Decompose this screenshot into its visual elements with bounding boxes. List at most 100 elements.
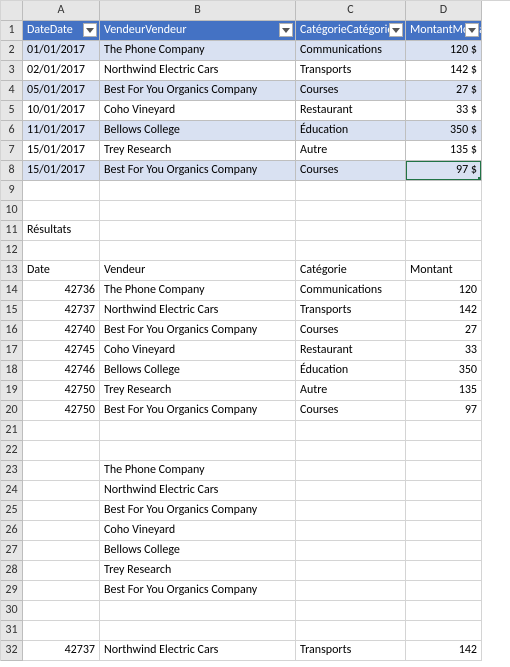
empty-cell[interactable]: [100, 241, 296, 261]
empty-cell[interactable]: [100, 421, 296, 441]
table-cell[interactable]: 27 $: [406, 81, 482, 101]
results-label[interactable]: Résultats: [23, 221, 100, 241]
row-header-18[interactable]: 18: [1, 361, 23, 381]
empty-cell[interactable]: [23, 461, 100, 481]
empty-cell[interactable]: [296, 601, 406, 621]
results-cell[interactable]: Éducation: [296, 361, 406, 381]
row-header-21[interactable]: 21: [1, 421, 23, 441]
table-cell[interactable]: 350 $: [406, 121, 482, 141]
results-cell[interactable]: 42750: [23, 401, 100, 421]
results-cell[interactable]: 42745: [23, 341, 100, 361]
table-cell[interactable]: Courses: [296, 81, 406, 101]
results-cell[interactable]: 42750: [23, 381, 100, 401]
row-header-25[interactable]: 25: [1, 501, 23, 521]
results-cell[interactable]: 97: [406, 401, 482, 421]
empty-cell[interactable]: [406, 441, 482, 461]
table-cell[interactable]: 02/01/2017: [23, 61, 100, 81]
empty-cell[interactable]: [23, 621, 100, 641]
empty-cell[interactable]: [100, 181, 296, 201]
table-cell[interactable]: 10/01/2017: [23, 101, 100, 121]
empty-cell[interactable]: [296, 441, 406, 461]
empty-cell[interactable]: [100, 201, 296, 221]
vendor-list-cell[interactable]: Bellows College: [100, 541, 296, 561]
table-cell[interactable]: 142 $: [406, 61, 482, 81]
empty-cell[interactable]: [23, 541, 100, 561]
results-cell[interactable]: Coho Vineyard: [100, 341, 296, 361]
single-row-cell[interactable]: Transports: [296, 641, 406, 661]
empty-cell[interactable]: [296, 481, 406, 501]
results-cell[interactable]: 142: [406, 301, 482, 321]
table-cell[interactable]: Autre: [296, 141, 406, 161]
vendor-list-cell[interactable]: Best For You Organics Company: [100, 581, 296, 601]
empty-cell[interactable]: [100, 601, 296, 621]
table-cell[interactable]: Northwind Electric Cars: [100, 61, 296, 81]
row-header-15[interactable]: 15: [1, 301, 23, 321]
results-cell[interactable]: Courses: [296, 321, 406, 341]
table-cell[interactable]: 120 $: [406, 41, 482, 61]
empty-cell[interactable]: [296, 581, 406, 601]
table-cell[interactable]: 15/01/2017: [23, 161, 100, 181]
table-cell[interactable]: 15/01/2017: [23, 141, 100, 161]
filter-dropdown-icon[interactable]: [279, 23, 293, 37]
row-header-4[interactable]: 4: [1, 81, 23, 101]
table-header-categorie[interactable]: CatégorieCatégorie: [296, 21, 406, 41]
row-header-11[interactable]: 11: [1, 221, 23, 241]
empty-cell[interactable]: [406, 581, 482, 601]
results-cell[interactable]: 27: [406, 321, 482, 341]
results-cell[interactable]: Autre: [296, 381, 406, 401]
empty-cell[interactable]: [23, 581, 100, 601]
row-header-17[interactable]: 17: [1, 341, 23, 361]
row-header-3[interactable]: 3: [1, 61, 23, 81]
table-cell[interactable]: 05/01/2017: [23, 81, 100, 101]
filter-dropdown-icon[interactable]: [83, 23, 97, 37]
table-cell[interactable]: Communications: [296, 41, 406, 61]
results-cell[interactable]: 120: [406, 281, 482, 301]
vendor-list-cell[interactable]: Coho Vineyard: [100, 521, 296, 541]
row-header-20[interactable]: 20: [1, 401, 23, 421]
row-header-28[interactable]: 28: [1, 561, 23, 581]
results-header-categorie[interactable]: Catégorie: [296, 261, 406, 281]
empty-cell[interactable]: [23, 441, 100, 461]
results-cell[interactable]: Restaurant: [296, 341, 406, 361]
empty-cell[interactable]: [296, 561, 406, 581]
table-cell[interactable]: 33 $: [406, 101, 482, 121]
vendor-list-cell[interactable]: Best For You Organics Company: [100, 501, 296, 521]
table-cell[interactable]: Bellows College: [100, 121, 296, 141]
empty-cell[interactable]: [296, 541, 406, 561]
column-header-D[interactable]: D: [406, 1, 482, 21]
empty-cell[interactable]: [406, 501, 482, 521]
row-header-22[interactable]: 22: [1, 441, 23, 461]
row-header-1[interactable]: 1: [1, 21, 23, 41]
select-all-corner[interactable]: [1, 1, 23, 21]
results-cell[interactable]: 42740: [23, 321, 100, 341]
table-cell[interactable]: 97 $: [406, 161, 482, 181]
row-header-27[interactable]: 27: [1, 541, 23, 561]
results-cell[interactable]: 42746: [23, 361, 100, 381]
empty-cell[interactable]: [406, 561, 482, 581]
single-row-cell[interactable]: 42737: [23, 641, 100, 661]
table-cell[interactable]: 11/01/2017: [23, 121, 100, 141]
table-cell[interactable]: Best For You Organics Company: [100, 161, 296, 181]
empty-cell[interactable]: [296, 621, 406, 641]
results-cell[interactable]: Best For You Organics Company: [100, 401, 296, 421]
empty-cell[interactable]: [100, 621, 296, 641]
results-header-montant[interactable]: Montant: [406, 261, 482, 281]
row-header-2[interactable]: 2: [1, 41, 23, 61]
results-cell[interactable]: Northwind Electric Cars: [100, 301, 296, 321]
row-header-8[interactable]: 8: [1, 161, 23, 181]
vendor-list-cell[interactable]: The Phone Company: [100, 461, 296, 481]
empty-cell[interactable]: [406, 241, 482, 261]
empty-cell[interactable]: [406, 221, 482, 241]
empty-cell[interactable]: [406, 521, 482, 541]
results-cell[interactable]: 42737: [23, 301, 100, 321]
empty-cell[interactable]: [406, 621, 482, 641]
row-header-7[interactable]: 7: [1, 141, 23, 161]
results-cell[interactable]: The Phone Company: [100, 281, 296, 301]
row-header-12[interactable]: 12: [1, 241, 23, 261]
row-header-5[interactable]: 5: [1, 101, 23, 121]
results-cell[interactable]: Transports: [296, 301, 406, 321]
empty-cell[interactable]: [100, 441, 296, 461]
empty-cell[interactable]: [296, 221, 406, 241]
column-header-A[interactable]: A: [23, 1, 100, 21]
empty-cell[interactable]: [296, 201, 406, 221]
